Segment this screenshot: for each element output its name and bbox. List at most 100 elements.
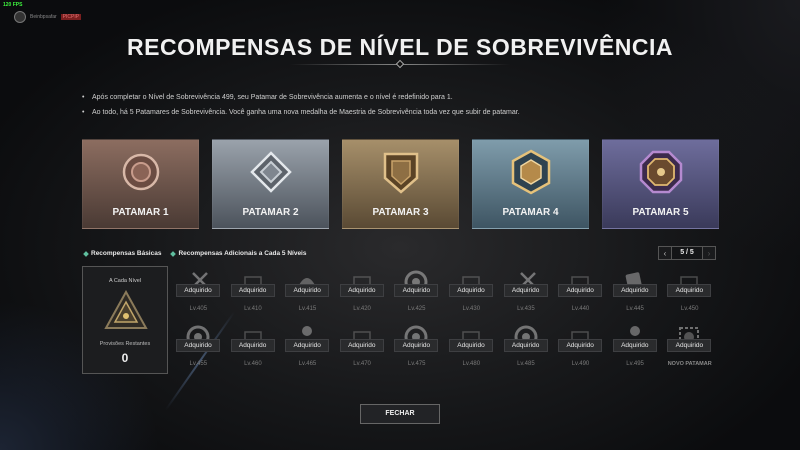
reward-level-label: Lv.450 — [680, 306, 699, 312]
pager: ‹ 5 / 5 › — [658, 246, 716, 260]
tier-card-2[interactable]: PATAMAR 2 — [212, 139, 329, 229]
reward-level-label: Lv.475 — [407, 361, 426, 367]
supply-crate-icon — [104, 290, 148, 329]
reward-cell[interactable]: Adquirido Lv.465 — [280, 321, 335, 375]
page-indicator: 5 / 5 — [672, 246, 702, 260]
reward-cell[interactable]: Adquirido Lv.460 — [226, 321, 281, 375]
reward-level-label: Lv.465 — [298, 361, 317, 367]
info-line-2: Ao todo, há 5 Patamares de Sobrevivência… — [82, 105, 520, 120]
reward-level-label: Lv.485 — [517, 361, 535, 367]
acquired-badge: Adquirido — [176, 284, 220, 297]
avatar — [14, 11, 26, 23]
tier-card-4[interactable]: PATAMAR 4 — [472, 139, 589, 229]
reward-cell[interactable]: Adquirido Lv.430 — [444, 266, 499, 320]
close-button[interactable]: FECHAR — [360, 404, 440, 424]
user-tag: PICPIP — [60, 14, 82, 20]
per-level-heading: A Cada Nível — [108, 278, 142, 284]
tab-label: Recompensas Básicas — [91, 250, 162, 257]
reward-cell[interactable]: Adquirido NOVO PATAMAR — [662, 321, 717, 375]
reward-cell[interactable]: Adquirido Lv.485 — [499, 321, 554, 375]
acquired-badge: Adquirido — [503, 284, 548, 297]
acquired-badge: Adquirido — [230, 339, 275, 352]
per-level-reward-card: A Cada Nível Provisões Restantes 0 — [82, 266, 168, 374]
tier-label: PATAMAR 1 — [112, 207, 169, 218]
tier-card-3[interactable]: PATAMAR 3 — [342, 139, 459, 229]
acquired-badge: Adquirido — [285, 339, 330, 352]
remaining-label: Provisões Restantes — [99, 341, 151, 347]
info-list: Após completar o Nível de Sobrevivência … — [82, 90, 520, 120]
prev-page-button[interactable]: ‹ — [658, 246, 672, 260]
reward-cell[interactable]: Adquirido Lv.445 — [608, 266, 663, 320]
tier-2-badge-icon — [249, 151, 292, 193]
acquired-badge: Adquirido — [612, 339, 657, 352]
reward-cell[interactable]: Adquirido Lv.480 — [444, 321, 499, 375]
reward-level-label: Lv.410 — [244, 306, 262, 312]
reward-level-label: Lv.420 — [353, 306, 371, 312]
user-badge: Beinbpsafar PICPIP — [14, 11, 82, 23]
reward-level-label: Lv.435 — [517, 306, 535, 312]
reward-cell[interactable]: Adquirido Lv.405 — [171, 266, 226, 320]
tab-basic-rewards[interactable]: Recompensas Básicas — [83, 250, 162, 257]
reward-cell[interactable]: Adquirido Lv.490 — [553, 321, 608, 375]
tab-label: Recompensas Adicionais a Cada 5 Níveis — [178, 250, 307, 257]
acquired-badge: Adquirido — [667, 284, 712, 297]
tier-label: PATAMAR 3 — [372, 207, 429, 218]
reward-cell[interactable]: Adquirido Lv.425 — [389, 266, 444, 320]
reward-cell[interactable]: Adquirido Lv.410 — [226, 266, 281, 320]
reward-level-label: Lv.470 — [353, 361, 371, 367]
reward-cell[interactable]: Adquirido Lv.455 — [171, 321, 226, 375]
tier-card-5[interactable]: PATAMAR 5 — [602, 139, 719, 229]
reward-cell[interactable]: Adquirido Lv.470 — [335, 321, 390, 375]
acquired-badge: Adquirido — [339, 284, 384, 297]
chevron-left-icon: ‹ — [663, 248, 667, 258]
diamond-bullet-icon — [170, 250, 177, 257]
remaining-count: 0 — [121, 351, 129, 365]
reward-level-label: Lv.490 — [571, 361, 590, 367]
tier-label: PATAMAR 5 — [632, 207, 689, 218]
reward-level-label: Lv.415 — [298, 306, 317, 312]
page-title: RECOMPENSAS DE NÍVEL DE SOBREVIVÊNCIA — [127, 34, 673, 60]
tier-5-badge-icon — [639, 150, 682, 194]
acquired-badge: Adquirido — [667, 339, 712, 352]
reward-level-label: Lv.480 — [462, 361, 481, 367]
reward-cell[interactable]: Adquirido Lv.420 — [335, 266, 390, 320]
next-page-button[interactable]: › — [702, 246, 716, 260]
acquired-badge: Adquirido — [449, 284, 493, 297]
acquired-badge: Adquirido — [503, 339, 548, 352]
tier-card-1[interactable]: PATAMAR 1 — [82, 139, 199, 229]
reward-cell[interactable]: Adquirido Lv.495 — [608, 321, 663, 375]
tier-label: PATAMAR 4 — [502, 207, 559, 218]
reward-level-label: Lv.430 — [462, 306, 481, 312]
diamond-bullet-icon — [83, 250, 89, 257]
info-line-1: Após completar o Nível de Sobrevivência … — [82, 90, 520, 105]
acquired-badge: Adquirido — [339, 339, 384, 352]
acquired-badge: Adquirido — [394, 284, 439, 297]
chevron-right-icon: › — [707, 248, 711, 258]
reward-grid: Adquirido Lv.405 Adquirido Lv.410 Adquirido L… — [171, 266, 717, 376]
acquired-badge: Adquirido — [612, 284, 657, 297]
tier-label: PATAMAR 2 — [242, 207, 299, 218]
reward-cell[interactable]: Adquirido Lv.415 — [280, 266, 335, 320]
reward-level-label: Lv.495 — [626, 361, 644, 367]
reward-level-label: NOVO PATAMAR — [667, 361, 712, 367]
username: Beinbpsafar — [30, 14, 57, 20]
reward-tabs: Recompensas Básicas Recompensas Adiciona… — [83, 250, 307, 257]
acquired-badge: Adquirido — [394, 339, 439, 352]
tier-row: PATAMAR 1 PATAMAR 2 PATAMAR 3 PATAMAR 4 … — [82, 139, 719, 229]
acquired-badge: Adquirido — [230, 284, 275, 297]
reward-level-label: Lv.455 — [189, 361, 208, 367]
acquired-badge: Adquirido — [176, 339, 220, 352]
tier-4-badge-icon — [511, 149, 550, 195]
reward-cell[interactable]: Adquirido Lv.440 — [553, 266, 608, 320]
reward-level-label: Lv.405 — [189, 306, 208, 312]
tab-extra-rewards[interactable]: Recompensas Adicionais a Cada 5 Níveis — [170, 250, 307, 257]
acquired-badge: Adquirido — [558, 339, 603, 352]
reward-cell[interactable]: Adquirido Lv.450 — [662, 266, 717, 320]
acquired-badge: Adquirido — [558, 284, 603, 297]
acquired-badge: Adquirido — [449, 339, 493, 352]
tier-1-badge-icon — [122, 153, 159, 191]
reward-cell[interactable]: Adquirido Lv.475 — [389, 321, 444, 375]
reward-level-label: Lv.425 — [407, 306, 426, 312]
reward-level-label: Lv.460 — [244, 361, 262, 367]
reward-cell[interactable]: Adquirido Lv.435 — [499, 266, 554, 320]
